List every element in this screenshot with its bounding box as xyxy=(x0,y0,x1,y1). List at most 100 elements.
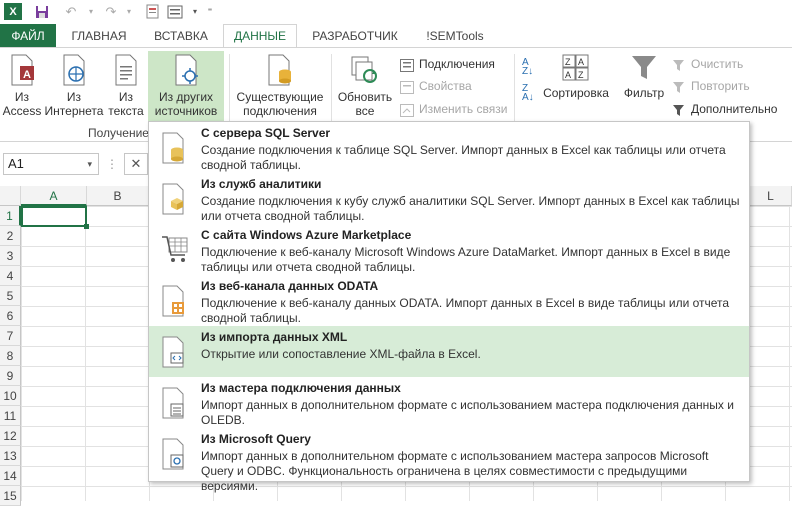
from-web-button[interactable]: Из Интернета xyxy=(44,54,104,118)
customize-qat-icon[interactable]: ⁼ xyxy=(205,3,215,20)
existing-line1: Существующие xyxy=(236,90,324,104)
menu-item-sql-server[interactable]: С сервера SQL Server Создание подключени… xyxy=(149,122,749,173)
reapply-filter-icon xyxy=(672,80,686,94)
save-icon[interactable] xyxy=(34,3,50,20)
tab-home[interactable]: ГЛАВНАЯ xyxy=(60,24,138,48)
redo-icon[interactable]: ↷ xyxy=(102,3,120,20)
sort-button[interactable]: ZAAZ Сортировка xyxy=(540,54,612,100)
tab-insert[interactable]: ВСТАВКА xyxy=(142,24,220,48)
tab-semtools[interactable]: !SEMTools xyxy=(414,24,496,48)
clear-filter-button[interactable]: Очистить xyxy=(672,54,743,74)
row-header[interactable]: 8 xyxy=(0,346,21,366)
svg-text:Z: Z xyxy=(578,70,584,80)
more-icon: ⋮ xyxy=(106,157,118,171)
fill-handle[interactable] xyxy=(84,224,89,229)
menu-item-analysis-services[interactable]: Из служб аналитики Создание подключения … xyxy=(149,173,749,224)
from-text-button[interactable]: Из текста xyxy=(106,54,146,118)
clear-filter-icon xyxy=(672,58,686,72)
from-access-button[interactable]: A Из Access xyxy=(2,54,42,118)
column-header-b[interactable]: B xyxy=(87,186,149,206)
active-cell[interactable] xyxy=(21,206,87,227)
preview-icon[interactable] xyxy=(144,3,162,20)
form-icon[interactable] xyxy=(166,3,184,20)
row-header[interactable]: 10 xyxy=(0,386,21,406)
filter-icon xyxy=(630,54,658,82)
menu-item-azure-marketplace[interactable]: С сайта Windows Azure Marketplace Подклю… xyxy=(149,224,749,275)
menu-item-data-connection-wizard[interactable]: Из мастера подключения данных Импорт дан… xyxy=(149,377,749,428)
sort-az-icon[interactable]: A Z↓ xyxy=(522,58,538,77)
sort-dialog-icon: ZAAZ xyxy=(562,54,590,82)
from-access-line2: Access xyxy=(2,104,42,118)
properties-button[interactable]: Свойства xyxy=(400,76,472,96)
undo-icon[interactable]: ↶ xyxy=(62,3,80,20)
cube-file-icon xyxy=(161,183,187,215)
row-header[interactable]: 3 xyxy=(0,246,21,266)
menu-item-title: С сервера SQL Server xyxy=(201,126,331,140)
chevron-down-icon[interactable]: ▾ xyxy=(190,3,200,20)
cancel-icon[interactable]: ✕ xyxy=(124,153,148,175)
svg-text:Z: Z xyxy=(565,57,571,67)
menu-item-title: Из веб-канала данных ODATA xyxy=(201,279,379,293)
row-header[interactable]: 6 xyxy=(0,306,21,326)
row-header[interactable]: 1 xyxy=(0,206,21,226)
menu-item-title: Из импорта данных XML xyxy=(201,330,348,344)
access-icon: A xyxy=(8,54,36,86)
menu-item-odata-feed[interactable]: Из веб-канала данных ODATA Подключение к… xyxy=(149,275,749,326)
odata-file-icon xyxy=(161,285,187,317)
connections-label: Подключения xyxy=(419,57,495,71)
row-header[interactable]: 12 xyxy=(0,426,21,446)
reapply-filter-button[interactable]: Повторить xyxy=(672,76,750,96)
row-header[interactable]: 2 xyxy=(0,226,21,246)
row-header[interactable]: 13 xyxy=(0,446,21,466)
sort-label: Сортировка xyxy=(543,86,609,100)
chevron-down-icon[interactable]: ▾ xyxy=(124,3,134,20)
existing-line2: подключения xyxy=(243,104,317,118)
sort-za-icon[interactable]: Z A↓ xyxy=(522,84,538,103)
menu-item-description: Импорт данных в дополнительном формате с… xyxy=(201,449,709,493)
connections-button[interactable]: Подключения xyxy=(400,54,495,74)
from-web-line2: Интернета xyxy=(44,104,104,118)
row-header[interactable]: 15 xyxy=(0,486,21,506)
column-header-l[interactable]: L xyxy=(750,186,792,206)
tab-file[interactable]: ФАЙЛ xyxy=(0,24,56,48)
row-header[interactable]: 14 xyxy=(0,466,21,486)
from-text-line1: Из xyxy=(118,90,134,104)
advanced-filter-icon xyxy=(672,103,686,117)
wizard-file-icon xyxy=(161,387,187,419)
filter-button[interactable]: Фильтр xyxy=(620,54,668,100)
menu-item-microsoft-query[interactable]: Из Microsoft Query Импорт данных в допол… xyxy=(149,428,749,493)
edit-links-button[interactable]: Изменить связи xyxy=(400,99,507,119)
database-file-icon xyxy=(161,132,187,164)
chevron-down-icon[interactable]: ▾ xyxy=(87,154,92,174)
tab-developer[interactable]: РАЗРАБОТЧИК xyxy=(302,24,408,48)
refresh-all-button[interactable]: Обновить все xyxy=(336,54,394,118)
row-header[interactable]: 9 xyxy=(0,366,21,386)
row-header[interactable]: 11 xyxy=(0,406,21,426)
properties-label: Свойства xyxy=(419,79,472,93)
row-header[interactable]: 5 xyxy=(0,286,21,306)
tab-data[interactable]: ДАННЫЕ xyxy=(223,24,297,48)
xml-file-icon xyxy=(161,336,187,368)
select-all-corner[interactable] xyxy=(0,186,21,206)
menu-item-title: Из мастера подключения данных xyxy=(201,381,401,395)
existing-connections-button[interactable]: Существующие подключения xyxy=(234,54,326,118)
row-header[interactable]: 7 xyxy=(0,326,21,346)
menu-item-xml-import[interactable]: Из импорта данных XML Открытие или сопос… xyxy=(149,326,749,377)
advanced-filter-button[interactable]: Дополнительно xyxy=(672,99,777,119)
name-box[interactable]: A1 ▾ xyxy=(3,153,99,175)
menu-item-title: Из Microsoft Query xyxy=(201,432,311,446)
properties-icon xyxy=(400,80,414,95)
shopping-cart-icon xyxy=(161,234,188,266)
other-sources-dropdown: С сервера SQL Server Создание подключени… xyxy=(148,121,750,493)
column-header-a[interactable]: A xyxy=(21,186,87,206)
refresh-icon xyxy=(350,54,380,86)
menu-item-description: Открытие или сопоставление XML-файла в E… xyxy=(201,347,481,361)
other-sources-icon xyxy=(172,54,200,86)
row-header[interactable]: 4 xyxy=(0,266,21,286)
chevron-down-icon[interactable]: ▾ xyxy=(86,3,96,20)
menu-item-description: Подключение к веб-каналу Microsoft Windo… xyxy=(201,245,731,274)
from-web-line1: Из xyxy=(66,90,82,104)
from-other-sources-button[interactable]: Из других источников xyxy=(148,51,224,123)
filter-label: Фильтр xyxy=(623,86,665,100)
from-text-line2: текста xyxy=(108,104,144,118)
